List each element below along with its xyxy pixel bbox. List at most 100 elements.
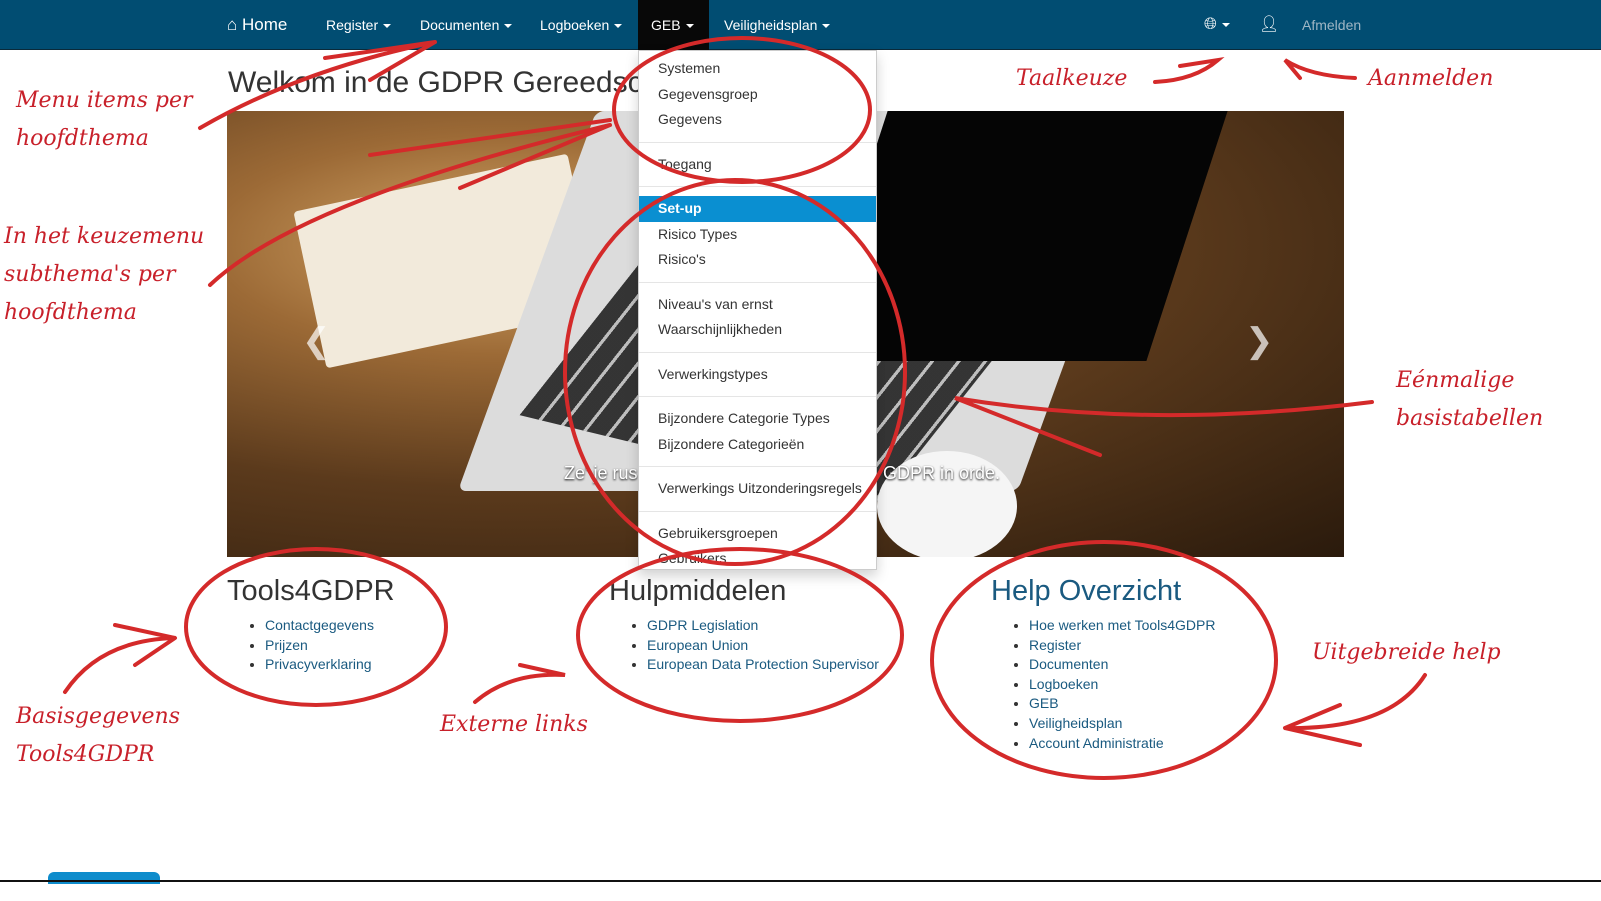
nav-documenten[interactable]: Documenten bbox=[420, 0, 513, 50]
annotation-line: Tools4GDPR bbox=[16, 742, 155, 767]
footer-link[interactable]: Account Administratie bbox=[1029, 735, 1164, 751]
user-icon[interactable]: 👤︎ bbox=[1259, 0, 1279, 50]
menu-divider bbox=[639, 396, 876, 397]
nav-register[interactable]: Register bbox=[326, 0, 392, 50]
home-icon: ⌂ bbox=[227, 15, 238, 34]
annotation-taalkeuze: Taalkeuze bbox=[1016, 66, 1128, 91]
carousel-prev-icon[interactable]: ❮ bbox=[302, 321, 331, 361]
dropdown-item[interactable]: Systemen bbox=[639, 56, 876, 82]
carousel-caption: Ze' je rus bbox=[564, 463, 638, 483]
footer-link[interactable]: Hoe werken met Tools4GDPR bbox=[1029, 617, 1215, 633]
list-item: European Data Protection Supervisor bbox=[647, 655, 879, 675]
menu-divider bbox=[639, 141, 876, 143]
nav-label: Home bbox=[242, 15, 288, 34]
list-item: European Union bbox=[647, 636, 879, 656]
list-item: Register bbox=[1029, 636, 1215, 656]
logout-link[interactable]: Afmelden bbox=[1302, 0, 1361, 50]
geb-dropdown-menu: Systemen Gegevensgroep Gegevens Toegang Set-… bbox=[638, 50, 877, 570]
footer-link[interactable]: GEB bbox=[1029, 695, 1059, 711]
footer-link[interactable]: Veiligheidsplan bbox=[1029, 715, 1122, 731]
annotation-basistabellen: Eénmalige basistabellen bbox=[1396, 362, 1543, 438]
dropdown-item[interactable]: Toegang bbox=[639, 152, 876, 178]
dropdown-item[interactable]: Gegevensgroep bbox=[639, 82, 876, 108]
column-title: Hulpmiddelen bbox=[609, 575, 787, 607]
dropdown-item[interactable]: Risico's bbox=[639, 247, 876, 273]
dropdown-item[interactable]: Set-up bbox=[639, 196, 876, 222]
caret-down-icon bbox=[383, 24, 392, 29]
footer-link[interactable]: Privacyverklaring bbox=[265, 656, 372, 672]
caret-down-icon bbox=[1221, 22, 1230, 27]
dropdown-item[interactable]: Risico Types bbox=[639, 222, 876, 248]
annotation-help: Uitgebreide help bbox=[1312, 640, 1501, 665]
caret-down-icon bbox=[504, 24, 513, 29]
footer-column-0: Tools4GDPR Contactgegevens Prijzen Privacyv… bbox=[227, 575, 395, 675]
menu-divider bbox=[639, 466, 876, 467]
nav-veiligheidsplan[interactable]: Veiligheidsplan bbox=[724, 0, 831, 50]
list-item: Veiligheidsplan bbox=[1029, 714, 1215, 734]
annotation-line: basistabellen bbox=[1396, 406, 1544, 431]
dropdown-item[interactable]: Verwerkingstypes bbox=[639, 362, 876, 388]
footer-column-1: Hulpmiddelen GDPR Legislation European Uni… bbox=[609, 575, 879, 675]
nav-label: Veiligheidsplan bbox=[724, 17, 818, 33]
divider bbox=[0, 880, 1601, 882]
caret-down-icon bbox=[614, 24, 623, 29]
caret-down-icon bbox=[685, 24, 694, 29]
nav-label: Logboeken bbox=[540, 17, 610, 33]
dropdown-item[interactable]: Niveau's van ernst bbox=[639, 292, 876, 318]
annotation-menu: Menu items per hoofdthema bbox=[16, 82, 193, 158]
nav-label: Register bbox=[326, 17, 379, 33]
annotation-line: Basisgegevens bbox=[16, 704, 181, 729]
list-item: GDPR Legislation bbox=[647, 616, 879, 636]
dropdown-item[interactable]: Gebruikersgroepen bbox=[639, 521, 876, 547]
dropdown-item[interactable]: Gegevens bbox=[639, 107, 876, 133]
nav-geb[interactable]: GEB bbox=[638, 0, 709, 50]
menu-divider bbox=[639, 510, 876, 512]
list-item: Hoe werken met Tools4GDPR bbox=[1029, 616, 1215, 636]
page-title: Welkom in de GDPR Gereedsch bbox=[228, 66, 660, 99]
nav-label: Documenten bbox=[420, 17, 500, 33]
footer-link[interactable]: Logboeken bbox=[1029, 676, 1098, 692]
annotation-basisgegevens: Basisgegevens Tools4GDPR bbox=[16, 698, 180, 774]
column-title: Tools4GDPR bbox=[227, 575, 395, 607]
link-list: Hoe werken met Tools4GDPR Register Documen… bbox=[1029, 616, 1215, 753]
carousel-next-icon[interactable]: ❯ bbox=[1245, 321, 1274, 361]
dropdown-item[interactable]: Gebruikers bbox=[639, 546, 876, 569]
menu-divider bbox=[639, 281, 876, 283]
nav-logboeken[interactable]: Logboeken bbox=[540, 0, 623, 50]
footer-link[interactable]: Contactgegevens bbox=[265, 617, 374, 633]
menu-divider bbox=[639, 351, 876, 353]
list-item: Privacyverklaring bbox=[265, 655, 395, 675]
dropdown-item[interactable]: Bijzondere Categorieën bbox=[639, 432, 876, 458]
carousel-caption-end: GDPR in orde. bbox=[883, 463, 1001, 483]
list-item: Prijzen bbox=[265, 636, 395, 656]
list-item: Contactgegevens bbox=[265, 616, 395, 636]
annotation-line: Eénmalige bbox=[1396, 368, 1515, 393]
list-item: Account Administratie bbox=[1029, 734, 1215, 754]
annotation-line: hoofdthema bbox=[4, 300, 137, 325]
footer-link[interactable]: Register bbox=[1029, 637, 1081, 653]
caret-down-icon bbox=[822, 24, 831, 29]
dropdown-item[interactable]: Bijzondere Categorie Types bbox=[639, 406, 876, 432]
language-menu[interactable]: 🌐︎ bbox=[1204, 0, 1230, 50]
footer-link[interactable]: European Data Protection Supervisor bbox=[647, 656, 879, 672]
footer-link[interactable]: Documenten bbox=[1029, 656, 1108, 672]
column-title: Help Overzicht bbox=[991, 575, 1182, 607]
footer-link[interactable]: Prijzen bbox=[265, 637, 308, 653]
annotation-line: In het keuzemenu bbox=[4, 224, 205, 249]
annotation-externe-links: Externe links bbox=[440, 712, 588, 737]
annotation-line: Menu items per bbox=[16, 88, 193, 113]
dropdown-item[interactable]: Verwerkings Uitzonderingsregels bbox=[639, 476, 876, 502]
menu-divider bbox=[639, 186, 876, 187]
footer-link[interactable]: GDPR Legislation bbox=[647, 617, 758, 633]
list-item: Logboeken bbox=[1029, 675, 1215, 695]
annotation-line: hoofdthema bbox=[16, 126, 149, 151]
annotation-aanmelden: Aanmelden bbox=[1368, 66, 1494, 91]
link-list: GDPR Legislation European Union European D… bbox=[647, 616, 879, 675]
globe-icon: 🌐︎ bbox=[1204, 16, 1217, 33]
dropdown-item[interactable]: Waarschijnlijkheden bbox=[639, 317, 876, 343]
bottom-button[interactable] bbox=[48, 872, 160, 884]
nav-home[interactable]: ⌂ Home bbox=[227, 0, 287, 50]
footer-link[interactable]: European Union bbox=[647, 637, 748, 653]
link-list: Contactgegevens Prijzen Privacyverklaring bbox=[265, 616, 395, 675]
nav-label: GEB bbox=[651, 17, 681, 33]
